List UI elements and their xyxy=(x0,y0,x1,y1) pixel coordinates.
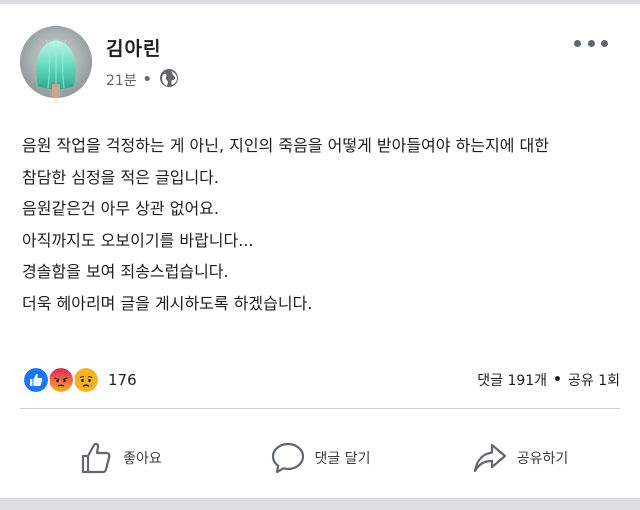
share-button[interactable]: 공유하기 xyxy=(420,434,620,482)
engagement-counts: 댓글 191개 • 공유 1회 xyxy=(477,366,620,394)
author-name[interactable]: 김아린 xyxy=(106,34,161,61)
comment-button[interactable]: 댓글 달기 xyxy=(220,434,420,482)
globe-icon[interactable] xyxy=(159,68,179,92)
counts-separator: • xyxy=(553,372,562,388)
post-text-line: 경솔함을 보여 죄송스럽습니다. xyxy=(22,262,229,281)
share-count[interactable]: 공유 1회 xyxy=(568,370,620,390)
like-button[interactable]: 좋아요 xyxy=(20,434,220,482)
like-reaction-icon xyxy=(22,366,50,394)
comment-icon xyxy=(271,442,304,474)
avatar[interactable] xyxy=(20,26,92,98)
meta-separator: • xyxy=(142,72,152,88)
comment-count[interactable]: 댓글 191개 xyxy=(477,370,547,390)
angry-reaction-icon xyxy=(47,366,75,394)
like-label: 좋아요 xyxy=(123,451,162,467)
sad-reaction-icon xyxy=(72,366,100,394)
post-text-line: 더욱 헤아리며 글을 게시하도록 하겠습니다. xyxy=(22,293,313,313)
thumbs-up-icon xyxy=(82,442,111,474)
post-stats: 176 댓글 191개 • 공유 1회 xyxy=(22,366,620,394)
reactions-summary[interactable]: 176 xyxy=(22,366,137,394)
post-text-line: 참담한 심정을 적은 글입니다. xyxy=(22,167,219,187)
post-text-line: 아직까지도 오보이기를 바랍니다... xyxy=(22,230,254,250)
post-text-line: 음원같은건 아무 상관 없어요. xyxy=(22,199,219,218)
post-time[interactable]: 21분 xyxy=(106,70,137,90)
comment-label: 댓글 달기 xyxy=(314,451,371,467)
action-bar: 좋아요 댓글 달기 공유하기 xyxy=(20,434,620,482)
share-icon xyxy=(473,443,506,473)
post-text-line: 음원 작업을 걱정하는 게 아닌, 지인의 죽음을 어떻게 받아들여야 하는지에… xyxy=(22,136,549,155)
more-options-icon[interactable] xyxy=(574,34,608,52)
post-card: 김아린 21분 • 음원 작업을 걱정하는 게 아닌, 지인의 죽음을 어떻게 … xyxy=(0,4,640,498)
post-body: 음원 작업을 걱정하는 게 아닌, 지인의 죽음을 어떻게 받아들여야 하는지에… xyxy=(22,130,620,319)
share-label: 공유하기 xyxy=(516,451,569,467)
post-header: 김아린 21분 • xyxy=(20,26,620,102)
post-meta: 21분 • xyxy=(106,68,179,92)
divider xyxy=(20,408,620,409)
reaction-count: 176 xyxy=(108,371,137,389)
